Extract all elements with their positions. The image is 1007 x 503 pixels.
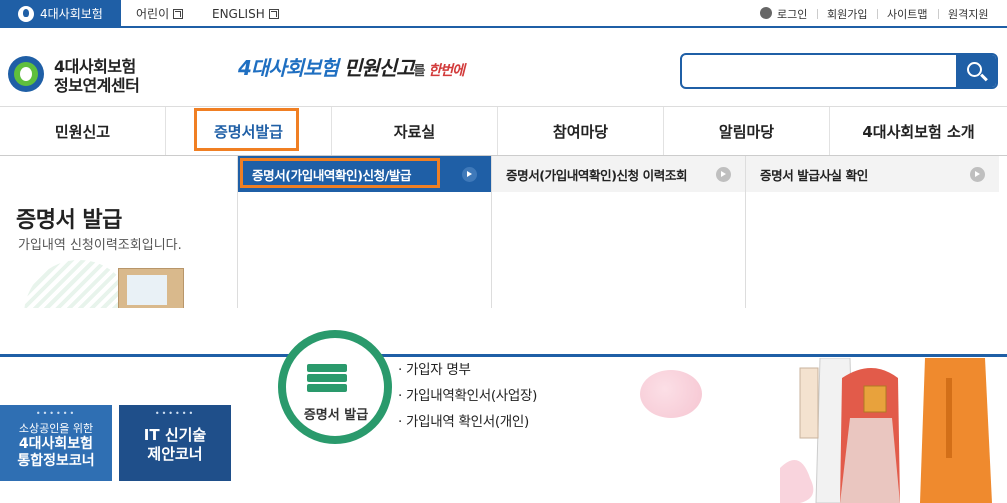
- site-logo-icon[interactable]: [8, 56, 44, 92]
- logo-text-line2[interactable]: 정보연계센터: [54, 72, 140, 96]
- slogan-banner: 4대사회보험 민원신고를 한번에: [238, 52, 465, 81]
- dots-decoration: ••••••: [35, 409, 77, 418]
- slogan-part: 4대사회보험: [238, 56, 339, 80]
- dots-decoration: ••••••: [154, 409, 196, 418]
- submenu-label: 증명서 발급사실 확인: [760, 167, 868, 183]
- dropdown-column: 증명서 발급사실 확인: [745, 156, 999, 308]
- remote-support-label: 원격지원: [948, 7, 989, 21]
- cert-item-personal[interactable]: · 가입내역 확인서(개인): [398, 410, 529, 430]
- workers-illustration: [780, 358, 1007, 503]
- it-proposal-button[interactable]: •••••• IT 신기술 제안코너: [119, 405, 231, 481]
- english-site-label: ENGLISH: [212, 6, 265, 21]
- divider: [938, 9, 939, 19]
- nav-participation[interactable]: 참여마당: [498, 107, 664, 155]
- certificate-card-icon: [118, 268, 184, 308]
- divider: [877, 9, 878, 19]
- remote-support-link[interactable]: 원격지원: [948, 0, 988, 27]
- new-window-icon: [268, 8, 279, 19]
- main-navigation: 민원신고 증명서발급 자료실 참여마당 알림마당 4대사회보험 소개: [0, 106, 1007, 156]
- search-button[interactable]: [956, 55, 996, 87]
- kids-site-label: 어린이: [136, 7, 170, 21]
- main-site-tab-label: 4대사회보험: [40, 7, 103, 21]
- nav-notice[interactable]: 알림마당: [664, 107, 830, 155]
- new-window-icon: [173, 8, 184, 19]
- submenu-label: 증명서(가입내역확인)신청 이력조회: [506, 167, 688, 183]
- arrow-right-icon: [462, 167, 477, 182]
- nav-civil-report[interactable]: 민원신고: [0, 107, 166, 155]
- slogan-part: 한번에: [424, 63, 465, 79]
- sitemap-link[interactable]: 사이트맵: [887, 0, 927, 27]
- cert-item-member-list[interactable]: · 가입자 명부: [398, 358, 471, 378]
- english-site-link[interactable]: ENGLISH: [212, 0, 279, 27]
- nav-about[interactable]: 4대사회보험 소개: [830, 107, 1007, 155]
- search-box: [680, 53, 998, 89]
- nav-archive[interactable]: 자료실: [332, 107, 498, 155]
- workers-illustration-svg: [780, 358, 992, 503]
- cert-item-workplace[interactable]: · 가입내역확인서(사업장): [398, 384, 537, 404]
- books-icon: [307, 364, 347, 394]
- top-utility-bar: 4대사회보험 어린이 ENGLISH 로그인 회원가입 사이트맵 원격지원: [0, 0, 1007, 28]
- login-link[interactable]: 로그인: [777, 0, 807, 27]
- dropdown-column: 증명서(가입내역확인)신청 이력조회: [491, 156, 745, 308]
- lock-icon: [760, 7, 772, 19]
- divider: [817, 9, 818, 19]
- arrow-right-icon: [970, 167, 985, 182]
- submenu-focus-highlight: [240, 158, 440, 188]
- dropdown-description: 가입내역 신청이력조회입니다.: [18, 238, 182, 253]
- logo-small-icon: [18, 5, 34, 22]
- decorative-blob: [640, 370, 702, 418]
- section-divider: [0, 354, 1007, 357]
- submenu-history[interactable]: 증명서(가입내역확인)신청 이력조회: [492, 156, 745, 192]
- side-button-line: 통합정보코너: [17, 453, 95, 469]
- slogan-part: 민원신고: [337, 56, 415, 80]
- search-input[interactable]: [682, 55, 958, 87]
- slogan-part: 를: [413, 64, 426, 79]
- small-business-info-button[interactable]: •••••• 소상공인을 위한 4대사회보험 통합정보코너: [0, 405, 112, 481]
- login-label: 로그인: [777, 7, 808, 21]
- side-button-line: IT 신기술: [143, 426, 207, 444]
- submenu-verify[interactable]: 증명서 발급사실 확인: [746, 156, 999, 192]
- nav-focus-highlight: [194, 108, 299, 151]
- blank-band: [0, 308, 1007, 354]
- arrow-right-icon: [716, 167, 731, 182]
- signup-link[interactable]: 회원가입: [827, 0, 867, 27]
- main-site-tab[interactable]: 4대사회보험: [0, 0, 121, 27]
- kids-site-link[interactable]: 어린이: [136, 0, 184, 27]
- side-button-subtitle: 소상공인을 위한: [18, 422, 94, 435]
- signup-label: 회원가입: [827, 7, 868, 21]
- side-button-line: 4대사회보험: [18, 436, 94, 452]
- side-button-line: 제안코너: [147, 445, 203, 463]
- certificate-circle-label: 증명서 발급: [303, 408, 369, 423]
- certificate-illustration: [24, 256, 204, 308]
- sitemap-label: 사이트맵: [887, 7, 928, 21]
- dropdown-title: 증명서 발급: [16, 208, 122, 233]
